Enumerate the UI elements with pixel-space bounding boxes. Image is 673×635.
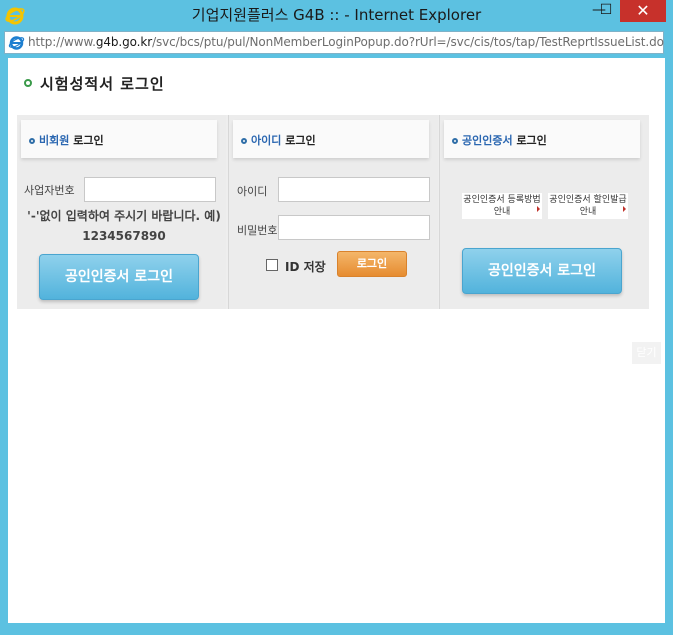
cert-login-panel: 공인인증서 로그인 공인인증서 등록방법 안내 공인인증서 할인발급안내 공인인… [439,115,649,309]
panel-title-rest: 로그인 [281,134,316,147]
maximize-button[interactable]: ☐ [590,0,622,22]
password-label: 비밀번호 [237,224,278,237]
browser-window: 기업지원플러스 G4B :: - Internet Explorer — ☐ ✕… [0,0,673,635]
internet-explorer-page-icon [8,36,25,50]
panel-title-accent: 비회원 [39,134,70,147]
panel-header: 공인인증서 로그인 [444,120,640,158]
popup-content: 시험성적서 로그인 비회원 로그인 사업자번호 '-'없이 입력하여 주시기 바… [8,58,665,623]
url-domain: g4b.go.kr [95,35,153,49]
panel-header: 아이디 로그인 [233,120,429,158]
cert-discount-guide-label: 공인인증서 할인발급안내 [549,195,627,217]
save-id-checkbox[interactable] [266,259,278,271]
address-bar[interactable]: http://www.g4b.go.kr/svc/bcs/ptu/pul/Non… [4,31,664,54]
nonmember-login-panel: 비회원 로그인 사업자번호 '-'없이 입력하여 주시기 바랍니다. 예) 12… [17,115,226,309]
window-title: 기업지원플러스 G4B :: - Internet Explorer [191,6,482,24]
id-login-panel: 아이디 로그인 아이디 비밀번호 ID 저장 로그인 [228,115,438,309]
page-title-text: 시험성적서 로그인 [40,75,165,93]
bizno-label: 사업자번호 [24,184,75,197]
password-input[interactable] [278,215,430,240]
panel-title-accent: 공인인증서 [462,134,513,147]
id-login-button[interactable]: 로그인 [337,251,407,277]
page-title: 시험성적서 로그인 [24,73,165,94]
panel-title-rest: 로그인 [512,134,547,147]
circle-bullet-icon [452,138,458,144]
login-panels: 비회원 로그인 사업자번호 '-'없이 입력하여 주시기 바랍니다. 예) 12… [17,115,649,309]
arrow-right-icon [537,206,540,212]
circle-bullet-icon [24,79,32,87]
url-path: /svc/bcs/ptu/pul/NonMemberLoginPopup.do?… [152,35,664,49]
cert-discount-guide-link[interactable]: 공인인증서 할인발급안내 [548,193,628,219]
cert-register-guide-label: 공인인증서 등록방법 안내 [463,195,541,217]
bizno-input[interactable] [84,177,216,202]
title-bar: 기업지원플러스 G4B :: - Internet Explorer — ☐ ✕ [0,0,673,30]
id-label: 아이디 [237,185,268,198]
panel-title-accent: 아이디 [251,134,282,147]
save-id-label[interactable]: ID 저장 [285,258,326,275]
id-input[interactable] [278,177,430,202]
cert-register-guide-link[interactable]: 공인인증서 등록방법 안내 [462,193,542,219]
panel-title-rest: 로그인 [69,134,104,147]
nonmember-cert-login-button[interactable]: 공인인증서 로그인 [39,254,199,300]
url-prefix: http://www. [28,35,96,49]
circle-bullet-icon [241,138,247,144]
circle-bullet-icon [29,138,35,144]
panel-header: 비회원 로그인 [21,120,217,158]
status-bar [0,625,673,635]
address-url[interactable]: http://www.g4b.go.kr/svc/bcs/ptu/pul/Non… [28,35,664,49]
arrow-right-icon [623,206,626,212]
close-popup-button[interactable]: 닫기 [632,342,661,364]
cert-login-button[interactable]: 공인인증서 로그인 [462,248,622,294]
close-window-button[interactable]: ✕ [620,0,666,22]
bizno-hint: '-'없이 입력하여 주시기 바랍니다. 예) 1234567890 [27,209,221,243]
